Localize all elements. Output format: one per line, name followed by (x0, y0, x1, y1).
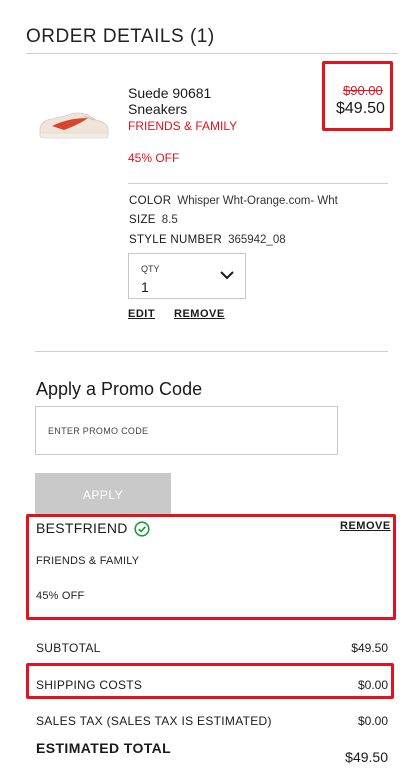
attribute-value: 8.5 (161, 214, 178, 226)
subtotal-value: $49.50 (351, 641, 388, 655)
shipping-label: SHIPPING COSTS (36, 678, 143, 692)
edit-link[interactable]: EDIT (128, 308, 155, 320)
promo-code-input[interactable] (35, 406, 338, 455)
product-name[interactable]: Suede 90681 Sneakers (128, 85, 238, 117)
attribute-value: Whisper Wht-Orange.com- Wht (177, 195, 338, 207)
promo-heading: Apply a Promo Code (36, 379, 203, 399)
attribute-key: SIZE (129, 214, 156, 226)
attribute-key: COLOR (129, 195, 172, 207)
attribute-size: SIZE 8.5 (129, 214, 178, 226)
product-promo-label: FRIENDS & FAMILY (128, 119, 238, 133)
quantity-label: QTY (141, 264, 160, 274)
estimated-total-value: $49.50 (345, 749, 388, 765)
check-circle-icon (134, 521, 150, 537)
apply-promo-button[interactable]: APPLY (35, 473, 171, 516)
sneaker-image (39, 112, 109, 139)
shipping-value: $0.00 (357, 678, 388, 692)
chevron-down-icon[interactable] (219, 269, 235, 281)
remove-item-link[interactable]: REMOVE (174, 308, 225, 320)
attribute-color: COLOR Whisper Wht-Orange.com- Wht (129, 195, 338, 207)
applied-promo-code: BESTFRIEND (36, 520, 128, 536)
attribute-value: 365942_08 (228, 234, 286, 246)
tax-value: $0.00 (357, 714, 388, 728)
tax-label: SALES TAX (SALES TAX IS ESTIMATED) (36, 714, 272, 728)
quantity-value: 1 (141, 279, 149, 295)
estimated-total-label: ESTIMATED TOTAL (36, 740, 172, 756)
attribute-key: STYLE NUMBER (129, 234, 223, 246)
sale-price: $49.50 (336, 100, 385, 117)
original-price: $90.00 (343, 83, 383, 98)
subtotal-label: SUBTOTAL (36, 641, 101, 655)
quantity-select[interactable]: QTY 1 (128, 253, 246, 299)
section-divider (35, 351, 388, 352)
header-divider (26, 53, 398, 54)
attribute-style-number: STYLE NUMBER 365942_08 (129, 234, 286, 246)
product-discount: 45% OFF (128, 151, 180, 165)
applied-promo-description: FRIENDS & FAMILY (36, 555, 140, 567)
remove-promo-link[interactable]: REMOVE (340, 520, 391, 532)
page-title: ORDER DETAILS (1) (26, 26, 215, 47)
applied-promo-discount: 45% OFF (36, 590, 85, 602)
product-divider (128, 183, 388, 184)
